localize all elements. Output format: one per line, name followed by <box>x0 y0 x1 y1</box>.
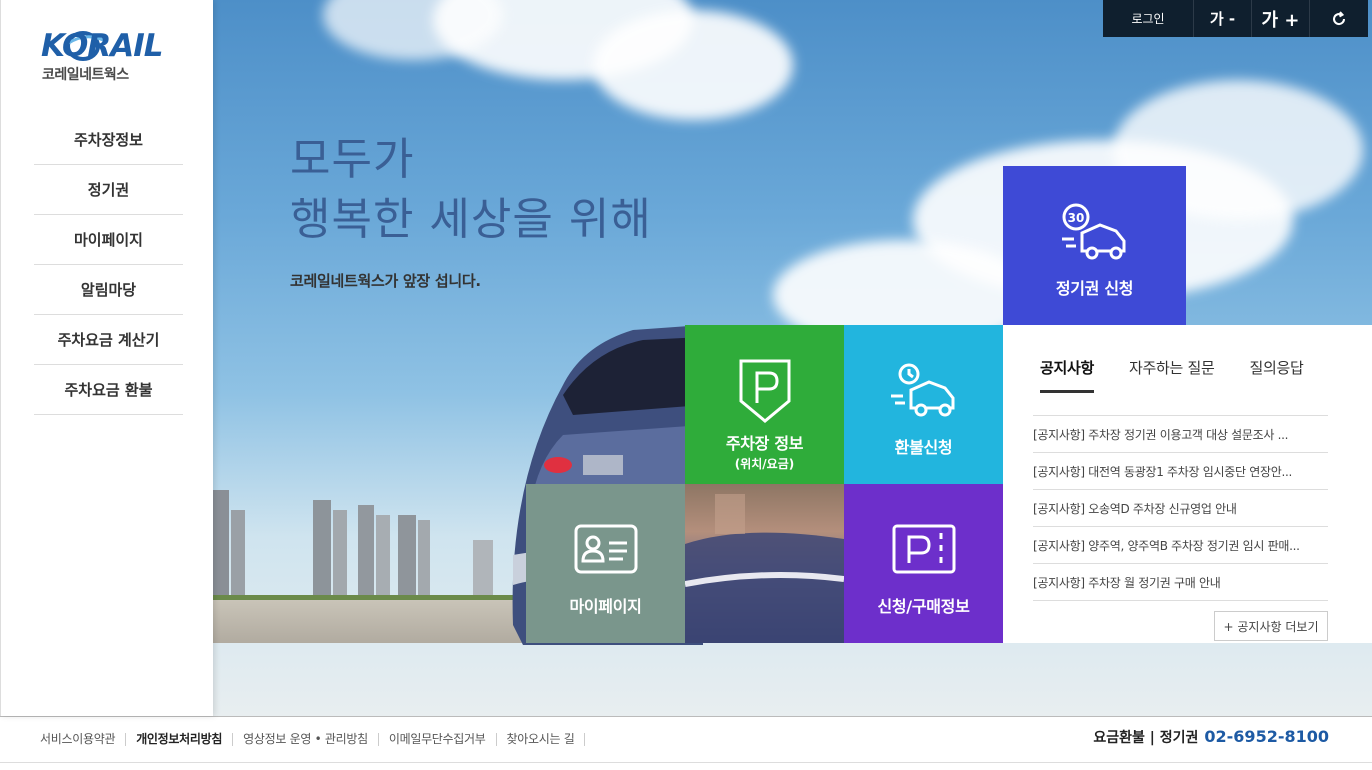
footer-links: 서비스이용약관 개인정보처리방침 영상정보 운영 • 관리방침 이메일무단수집거… <box>30 717 586 762</box>
notice-list: [공지사항] 주차장 정기권 이용고객 대상 설문조사 ... [공지사항] 대… <box>1033 415 1328 601</box>
notice-item[interactable]: [공지사항] 양주역, 양주역B 주차장 정기권 임시 판매... <box>1033 527 1328 564</box>
tile-season-label: 정기권 신청 <box>1055 279 1134 298</box>
korail-logo[interactable]: KORAIL 코레일네트웍스 <box>41 28 186 84</box>
tab-faq[interactable]: 자주하는 질문 <box>1129 357 1215 393</box>
main-nav: 주차장정보 정기권 마이페이지 알림마당 주차요금 계산기 주차요금 환불 <box>34 115 183 415</box>
nav-item-notice-board[interactable]: 알림마당 <box>34 265 183 315</box>
tile-season-ticket-apply[interactable]: 30 정기권 신청 <box>1003 166 1186 325</box>
contact-label: 요금환불 | 정기권 <box>1093 730 1199 746</box>
notice-more-button[interactable]: + 공지사항 더보기 <box>1214 611 1328 641</box>
contact-phone[interactable]: 02-6952-8100 <box>1204 727 1329 746</box>
sidebar: KORAIL 코레일네트웍스 주차장정보 정기권 마이페이지 알림마당 주차요금… <box>0 0 213 716</box>
logo-subtitle: 코레일네트웍스 <box>42 67 129 83</box>
tile-apply-purchase-info[interactable]: 신청/구매정보 <box>844 484 1003 643</box>
font-increase-button[interactable]: 가 + <box>1252 0 1310 37</box>
footer: 서비스이용약관 개인정보처리방침 영상정보 운영 • 관리방침 이메일무단수집거… <box>0 716 1372 769</box>
tile-refund-apply[interactable]: 환불신청 <box>844 325 1003 484</box>
tab-qna[interactable]: 질의응답 <box>1249 357 1303 393</box>
tab-notice[interactable]: 공지사항 <box>1040 357 1094 393</box>
parking-shield-icon <box>730 359 800 423</box>
footer-link-cctv-policy[interactable]: 영상정보 운영 • 관리방침 <box>233 733 379 746</box>
tile-parking-label: 주차장 정보 <box>725 434 804 453</box>
nav-item-fee-refund[interactable]: 주차요금 환불 <box>34 365 183 415</box>
notice-panel: 공지사항 자주하는 질문 질의응답 [공지사항] 주차장 정기권 이용고객 대상… <box>1003 325 1372 643</box>
tile-apply-label: 신청/구매정보 <box>877 597 970 616</box>
hero-title: 모두가 행복한 세상을 위해 <box>290 130 652 250</box>
nav-item-fee-calculator[interactable]: 주차요금 계산기 <box>34 315 183 365</box>
car-speed-badge-icon: 30 <box>1060 201 1130 261</box>
font-decrease-button[interactable]: 가 - <box>1194 0 1252 37</box>
notice-tabs: 공지사항 자주하는 질문 질의응답 <box>1040 357 1339 393</box>
refresh-icon <box>1333 10 1346 25</box>
logo-wordmark: KORAIL <box>41 28 164 64</box>
login-button[interactable]: 로그인 <box>1103 0 1194 37</box>
tile-parking-info[interactable]: 주차장 정보 (위치/요금) <box>685 325 844 484</box>
parking-ticket-icon <box>889 519 959 579</box>
footer-contact: 요금환불 | 정기권 02-6952-8100 <box>1093 727 1329 747</box>
tile-mypage-label: 마이페이지 <box>569 597 642 616</box>
top-utility-bar: 로그인 가 - 가 + <box>1103 0 1368 37</box>
tile-mypage[interactable]: 마이페이지 <box>526 484 685 643</box>
nav-item-season-ticket[interactable]: 정기권 <box>34 165 183 215</box>
tile-refund-label: 환불신청 <box>894 438 953 457</box>
notice-item[interactable]: [공지사항] 주차장 정기권 이용고객 대상 설문조사 ... <box>1033 416 1328 453</box>
car-refund-icon <box>889 360 959 420</box>
hero-title-line2: 행복한 세상을 위해 <box>290 194 652 245</box>
refresh-button[interactable] <box>1310 0 1368 37</box>
footer-link-privacy[interactable]: 개인정보처리방침 <box>126 733 234 746</box>
notice-item[interactable]: [공지사항] 오송역D 주차장 신규영업 안내 <box>1033 490 1328 527</box>
id-card-icon <box>571 519 641 579</box>
train-closeup-image <box>685 484 844 643</box>
speed-badge-text: 30 <box>1067 211 1084 225</box>
nav-item-mypage[interactable]: 마이페이지 <box>34 215 183 265</box>
footer-link-email-refusal[interactable]: 이메일무단수집거부 <box>379 733 497 746</box>
footer-link-terms[interactable]: 서비스이용약관 <box>30 733 127 746</box>
hero-subtitle: 코레일네트웍스가 앞장 섭니다. <box>290 272 481 290</box>
footer-link-directions[interactable]: 찾아오시는 길 <box>497 733 586 746</box>
notice-item[interactable]: [공지사항] 주차장 월 정기권 구매 안내 <box>1033 564 1328 601</box>
nav-item-parking-info[interactable]: 주차장정보 <box>34 115 183 165</box>
hero-title-line1: 모두가 <box>290 134 415 185</box>
tile-parking-sublabel: (위치/요금) <box>734 457 795 471</box>
notice-item[interactable]: [공지사항] 대전역 동광장1 주차장 임시중단 연장안... <box>1033 453 1328 490</box>
